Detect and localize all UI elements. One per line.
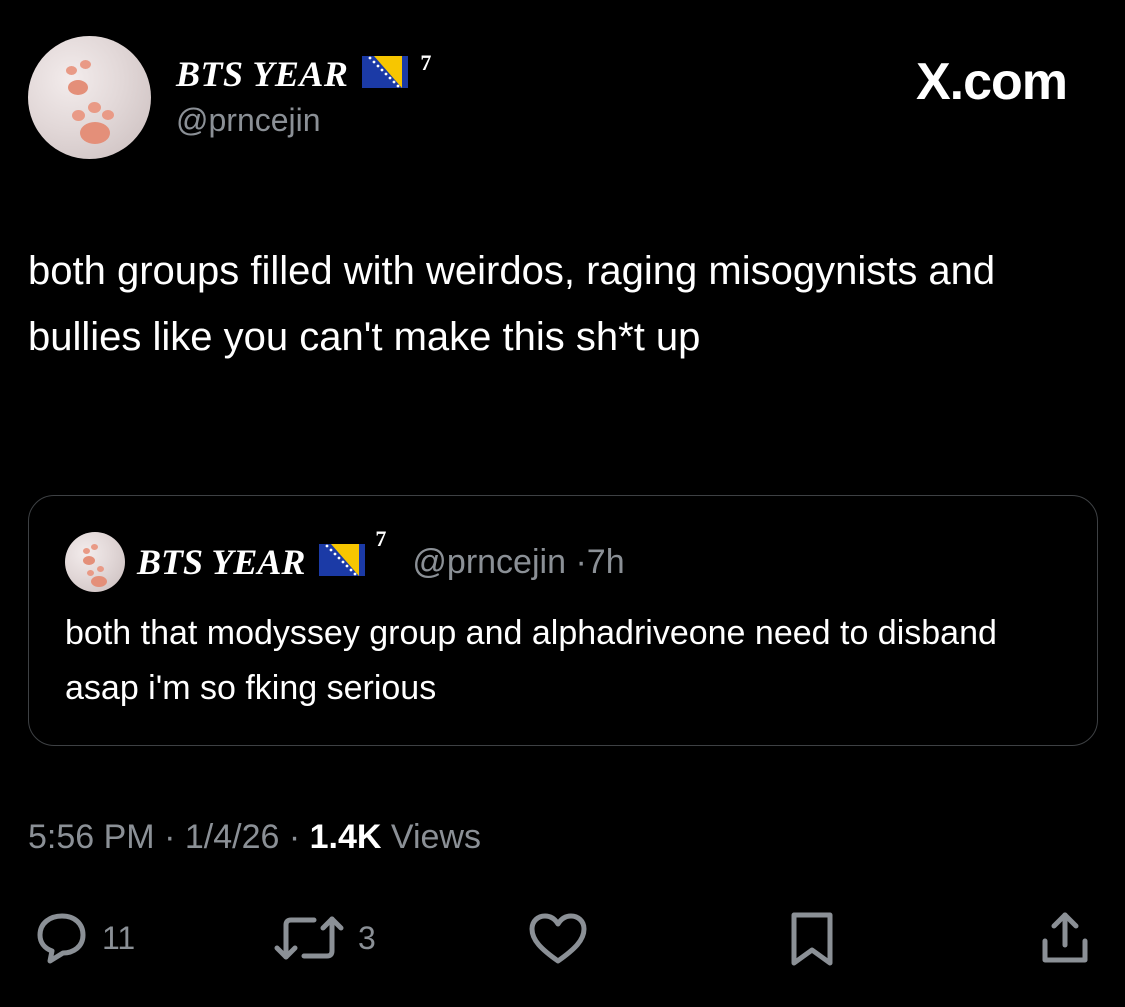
x-brand: X.com — [915, 52, 1068, 112]
meta-separator: · — [164, 818, 185, 856]
reply-icon — [28, 905, 94, 971]
quoted-text: both that modyssey group and alphadriveo… — [65, 614, 997, 707]
views-count: 1.4K — [309, 818, 382, 856]
badge-number: 7 — [420, 50, 432, 75]
like-button[interactable] — [523, 905, 593, 971]
tweet-meta: 5:56 PM · 1/4/26 · 1.4K Views — [28, 818, 481, 857]
brand-text: X.com — [915, 53, 1068, 111]
meta-separator: · — [288, 818, 310, 856]
quoted-tweet[interactable]: BTS YEAR 7 @prncejin ·7h both that modys — [28, 495, 1098, 746]
tweet-text: both groups filled with weirdos, raging … — [28, 249, 996, 359]
author-info: BTS YEAR 7 @prncejin — [176, 50, 431, 139]
tweet-date[interactable]: 1/4/26 — [185, 818, 280, 856]
quoted-badge-number: 7 — [375, 526, 387, 551]
share-button[interactable] — [1033, 905, 1099, 971]
quoted-handle: @prncejin — [412, 542, 566, 581]
repost-count: 3 — [358, 919, 376, 956]
bookmark-button[interactable] — [780, 905, 846, 971]
bosnia-flag-icon — [362, 55, 409, 93]
bookmark-icon — [780, 905, 846, 971]
reply-count: 11 — [102, 919, 136, 956]
quoted-age: 7h — [586, 542, 625, 581]
action-bar: 11 3 — [0, 905, 1125, 975]
heart-icon — [523, 905, 593, 971]
tweet-screenshot: BTS YEAR 7 @prncejin X.com both groups f… — [0, 0, 1125, 1007]
author-display-name[interactable]: BTS YEAR — [176, 53, 348, 95]
views-label: Views — [390, 818, 481, 856]
tweet-time[interactable]: 5:56 PM — [28, 818, 155, 856]
quoted-separator: · — [575, 542, 587, 581]
author-avatar[interactable] — [28, 36, 151, 159]
quoted-meta: @prncejin ·7h — [412, 543, 624, 582]
repost-icon — [270, 905, 350, 971]
reply-button[interactable]: 11 — [28, 905, 135, 971]
share-icon — [1033, 905, 1099, 971]
bosnia-flag-icon — [319, 543, 366, 581]
author-handle[interactable]: @prncejin — [176, 102, 431, 139]
quoted-display-name: BTS YEAR — [137, 542, 306, 582]
quoted-avatar — [65, 532, 125, 592]
repost-button[interactable]: 3 — [270, 905, 376, 971]
